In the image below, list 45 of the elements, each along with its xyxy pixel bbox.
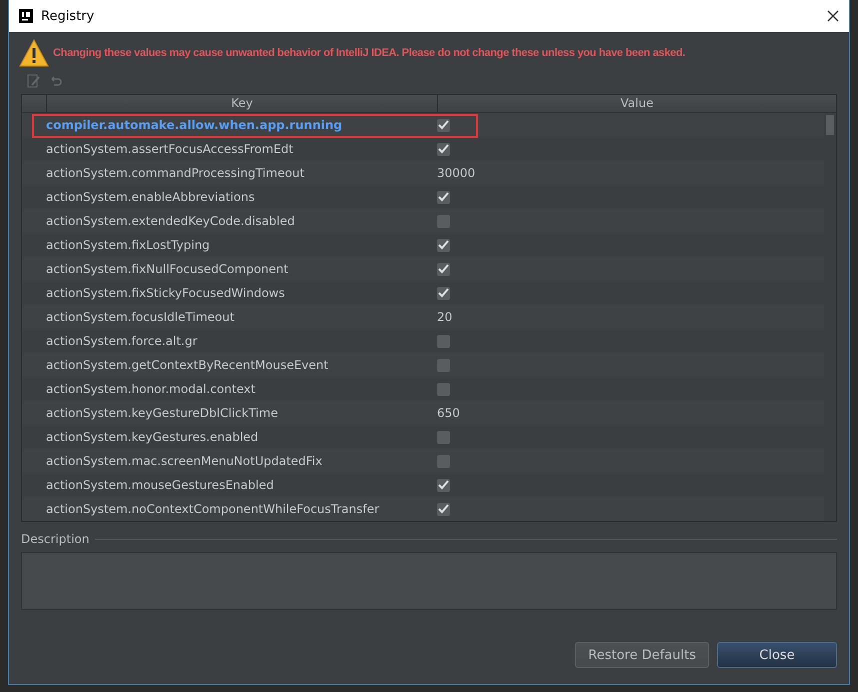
column-header[interactable]: Value [438,95,836,112]
checkbox[interactable] [437,358,450,372]
restore-defaults-button[interactable]: Restore Defaults [575,642,709,668]
checkbox[interactable] [437,238,450,252]
key-cell[interactable]: actionSystem.mac.screenMenuNotUpdatedFix [22,454,422,468]
close-icon[interactable] [827,10,839,22]
key-cell[interactable]: actionSystem.keyGestureDblClickTime [22,406,422,420]
app-logo-icon [19,9,33,23]
key-cell[interactable]: actionSystem.noContextComponentWhileFocusTransfer [22,502,422,516]
checkbox[interactable] [437,382,450,396]
window-title: Registry [41,8,96,24]
column-header[interactable]: Key [47,95,438,112]
checkbox[interactable] [437,142,450,156]
checkbox[interactable] [437,118,450,132]
value-cell-text: 650 [436,406,460,420]
checkbox[interactable] [437,190,450,204]
checkbox[interactable] [437,478,450,492]
key-cell[interactable]: actionSystem.extendedKeyCode.disabled [22,214,422,228]
key-cell[interactable]: actionSystem.commandProcessingTimeout [22,166,422,180]
checkbox[interactable] [437,286,450,300]
scrollbar-thumb[interactable] [826,115,834,135]
description-label: Description [21,532,90,546]
warning-icon [19,38,49,68]
key-cell[interactable]: actionSystem.assertFocusAccessFromEdt [22,142,422,156]
key-cell[interactable]: actionSystem.fixLostTyping [22,238,422,252]
checkbox[interactable] [437,454,450,468]
key-cell[interactable]: actionSystem.force.alt.gr [22,334,422,348]
checkbox[interactable] [437,262,450,276]
key-cell[interactable]: actionSystem.enableAbbreviations [22,190,422,204]
checkbox[interactable] [437,334,450,348]
value-cell-text: 30000 [436,166,476,180]
key-cell[interactable]: actionSystem.fixStickyFocusedWindows [22,286,422,300]
value-cell-text: 20 [436,310,452,324]
close-button[interactable]: Close [717,642,837,668]
key-cell[interactable]: actionSystem.keyGestures.enabled [22,430,422,444]
warning-message: Changing these values may cause unwanted behavior of IntelliJ IDEA. Please do not change these unless you have been asked. [53,47,686,59]
checkbox[interactable] [437,214,450,228]
key-cell[interactable]: actionSystem.mouseGesturesEnabled [22,478,422,492]
key-cell[interactable]: actionSystem.honor.modal.context [22,382,422,396]
key-cell[interactable]: actionSystem.getContextByRecentMouseEvent [22,358,422,372]
key-cell[interactable]: actionSystem.focusIdleTimeout [22,310,422,324]
key-cell[interactable]: compiler.automake.allow.when.app.running [22,118,422,132]
key-cell[interactable]: actionSystem.fixNullFocusedComponent [22,262,422,276]
checkbox[interactable] [437,502,450,516]
checkbox[interactable] [437,430,450,444]
